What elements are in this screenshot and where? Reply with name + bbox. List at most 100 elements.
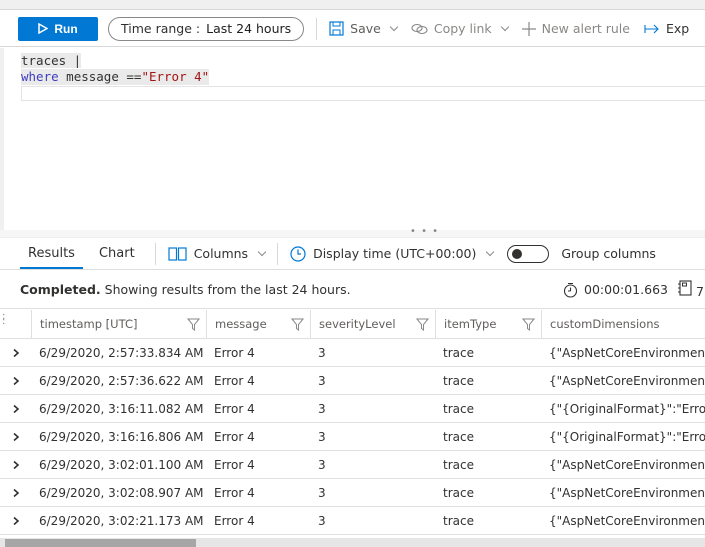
row-expander[interactable] xyxy=(0,395,31,422)
record-count: 7 xyxy=(678,280,704,299)
horizontal-scrollbar[interactable] xyxy=(0,538,705,547)
columns-button[interactable]: Columns xyxy=(168,246,267,261)
time-range-picker[interactable]: Time range : Last 24 hours xyxy=(108,16,305,41)
table-row[interactable]: 6/29/2020, 3:02:21.173 AM Error 4 3 trace {"… xyxy=(0,507,705,535)
play-icon xyxy=(38,23,49,34)
query-editor[interactable]: traces | where message =="Error 4" xyxy=(0,48,705,230)
code-line-1-text: traces | xyxy=(21,53,82,68)
cell-itemtype: trace xyxy=(443,373,474,388)
cell-timestamp: 6/29/2020, 2:57:36.622 AM xyxy=(39,373,204,388)
copy-link-button[interactable]: Copy link xyxy=(411,21,509,36)
tab-results-label: Results xyxy=(28,246,75,261)
clock-icon xyxy=(290,245,306,262)
cell-severitylevel: 3 xyxy=(318,429,326,444)
query-code[interactable]: traces | where message =="Error 4" xyxy=(21,53,210,85)
cell-message: Error 4 xyxy=(214,485,255,500)
table-row[interactable]: 6/29/2020, 3:02:01.100 AM Error 4 3 trace {"… xyxy=(0,451,705,479)
cell-severitylevel: 3 xyxy=(318,401,326,416)
cell-severitylevel: 3 xyxy=(318,485,326,500)
filter-icon[interactable] xyxy=(522,318,535,331)
new-alert-rule-label: New alert rule xyxy=(541,21,630,36)
run-button[interactable]: Run xyxy=(18,16,98,41)
cell-customdimensions: {"AspNetCoreEnvironment":" xyxy=(549,513,705,528)
chevron-down-icon xyxy=(486,247,495,256)
time-range-value: Last 24 hours xyxy=(206,21,292,36)
row-expander[interactable] xyxy=(0,339,31,366)
cell-timestamp: 6/29/2020, 3:16:16.806 AM xyxy=(39,429,204,444)
group-columns-label: Group columns xyxy=(561,246,656,261)
code-line-2: where message =="Error 4" xyxy=(21,69,210,85)
cell-message: Error 4 xyxy=(214,513,255,528)
export-arrow-icon xyxy=(644,24,659,33)
table-row[interactable]: 6/29/2020, 2:57:36.622 AM Error 4 3 trace {"… xyxy=(0,367,705,395)
query-status-bar: Completed. Showing results from the last… xyxy=(0,271,705,309)
row-expander[interactable] xyxy=(0,479,31,506)
chevron-right-icon xyxy=(12,460,19,469)
chevron-right-icon xyxy=(12,516,19,525)
filter-icon[interactable] xyxy=(187,318,200,331)
results-grid: :: timestamp [UTC] message severityLevel… xyxy=(0,310,705,538)
cell-itemtype: trace xyxy=(443,345,474,360)
cell-message: Error 4 xyxy=(214,401,255,416)
duration-value: 00:00:01.663 xyxy=(584,282,668,297)
cell-severitylevel: 3 xyxy=(318,457,326,472)
tab-chart[interactable]: Chart xyxy=(91,238,143,270)
column-header-itemtype[interactable]: itemType xyxy=(435,310,541,338)
cell-customdimensions: {"AspNetCoreEnvironment":" xyxy=(549,457,705,472)
copy-link-label: Copy link xyxy=(433,21,492,36)
top-strip xyxy=(0,0,705,10)
column-header-severitylevel[interactable]: severityLevel xyxy=(310,310,435,338)
cell-itemtype: trace xyxy=(443,401,474,416)
save-button[interactable]: Save xyxy=(329,21,399,36)
cell-timestamp: 6/29/2020, 3:02:08.907 AM xyxy=(39,485,204,500)
cell-customdimensions: {"AspNetCoreEnvironment":" xyxy=(549,345,705,360)
column-header-label: itemType xyxy=(444,317,497,331)
chevron-right-icon xyxy=(12,432,19,441)
group-columns-toggle[interactable] xyxy=(507,244,550,263)
row-expander[interactable] xyxy=(0,423,31,450)
status-completed: Completed. xyxy=(20,282,101,297)
column-header-timestamp[interactable]: timestamp [UTC] xyxy=(31,310,206,338)
results-divider xyxy=(154,242,156,265)
row-expander[interactable] xyxy=(0,367,31,394)
filter-icon[interactable] xyxy=(416,318,429,331)
status-message: Completed. Showing results from the last… xyxy=(20,282,351,297)
grid-body: 6/29/2020, 2:57:33.834 AM Error 4 3 trace {"… xyxy=(0,339,705,535)
row-expander[interactable] xyxy=(0,507,31,534)
export-button[interactable]: Exp xyxy=(644,21,689,36)
cell-timestamp: 6/29/2020, 3:16:11.082 AM xyxy=(39,401,204,416)
display-time-dropdown[interactable]: Display time (UTC+00:00) xyxy=(290,245,495,262)
column-header-message[interactable]: message xyxy=(206,310,310,338)
tab-results[interactable]: Results xyxy=(20,238,83,270)
cell-severitylevel: 3 xyxy=(318,513,326,528)
code-keyword: where xyxy=(21,69,59,84)
row-expander[interactable] xyxy=(0,451,31,478)
cell-message: Error 4 xyxy=(214,457,255,472)
scrollbar-thumb[interactable] xyxy=(5,539,196,547)
chevron-right-icon xyxy=(12,348,19,357)
row-grip-column: :: xyxy=(0,310,31,338)
table-row[interactable]: 6/29/2020, 3:16:11.082 AM Error 4 3 trace {"… xyxy=(0,395,705,423)
results-divider xyxy=(277,242,279,265)
save-label: Save xyxy=(350,21,381,36)
splitter-grip-icon: • • • xyxy=(410,226,440,237)
cell-timestamp: 6/29/2020, 2:57:33.834 AM xyxy=(39,345,204,360)
column-header-customdimensions[interactable]: customDimensions xyxy=(541,310,705,338)
cell-timestamp: 6/29/2020, 3:02:01.100 AM xyxy=(39,457,204,472)
tab-chart-label: Chart xyxy=(98,246,135,261)
column-header-label: severityLevel xyxy=(319,317,396,331)
export-label: Exp xyxy=(665,21,690,36)
code-text: message == xyxy=(58,69,142,84)
cell-itemtype: trace xyxy=(443,485,474,500)
table-row[interactable]: 6/29/2020, 3:16:16.806 AM Error 4 3 trace {"… xyxy=(0,423,705,451)
filter-icon[interactable] xyxy=(291,318,304,331)
table-row[interactable]: 6/29/2020, 2:57:33.834 AM Error 4 3 trace {"… xyxy=(0,339,705,367)
link-icon xyxy=(411,23,428,34)
time-range-label: Time range : xyxy=(121,21,201,36)
new-alert-rule-button[interactable]: New alert rule xyxy=(521,21,630,36)
chevron-down-icon xyxy=(500,22,509,31)
results-toolbar: Results Chart Columns Display time (UTC+… xyxy=(0,238,705,270)
chevron-right-icon xyxy=(12,404,19,413)
columns-icon xyxy=(168,246,187,261)
table-row[interactable]: 6/29/2020, 3:02:08.907 AM Error 4 3 trace {"… xyxy=(0,479,705,507)
